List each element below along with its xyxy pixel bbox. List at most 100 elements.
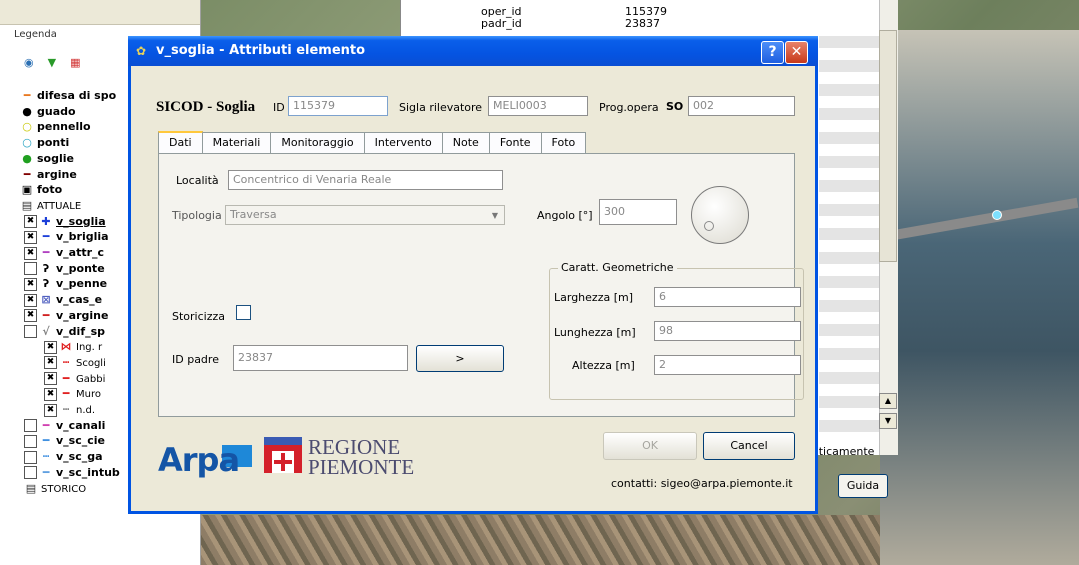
red-line-icon: ━ (62, 371, 70, 385)
legend-item[interactable]: ━ v_sc_cie (24, 433, 105, 448)
storicizza-checkbox[interactable] (236, 305, 251, 320)
legend-item[interactable]: ✖ ┅ n.d. (44, 402, 95, 417)
attr-value: 115379 (625, 5, 667, 18)
id-field[interactable]: 115379 (288, 96, 388, 116)
table-row-stripe (819, 396, 879, 408)
layer-checkbox[interactable] (24, 419, 37, 433)
blue-line-icon: ━ (42, 434, 50, 448)
attr-key: oper_id (481, 5, 522, 18)
layer-checkbox[interactable]: ✖ (24, 230, 37, 244)
layer-checkbox[interactable] (24, 434, 37, 448)
legend-item-label: v_attr_c (56, 246, 105, 259)
legend-item[interactable]: ━ argine (20, 167, 77, 182)
layer-checkbox[interactable] (24, 325, 37, 338)
tipologia-value: Traversa (230, 208, 277, 221)
filter-icon[interactable]: ▼ (48, 56, 56, 69)
legend-item[interactable]: ✖ ━ v_briglia (24, 229, 109, 244)
layer-checkbox[interactable]: ✖ (44, 372, 57, 386)
guida-button[interactable]: Guida (838, 474, 888, 498)
close-button[interactable]: ✕ (785, 41, 808, 64)
map-point-marker[interactable] (992, 210, 1002, 220)
legend-item[interactable]: ✖ ┅ Scogli (44, 355, 106, 370)
legend-item[interactable]: ✖ ━ Muro (44, 386, 101, 401)
layer-checkbox[interactable]: ✖ (44, 356, 57, 370)
idpadre-field[interactable]: 23837 (233, 345, 408, 371)
dial-knob-icon[interactable] (704, 221, 714, 231)
legend-item[interactable]: ▤ STORICO (24, 481, 86, 496)
scroll-down-icon[interactable]: ▼ (879, 413, 897, 429)
line-icon: ━ (42, 246, 50, 259)
legend-item[interactable]: ━ v_sc_intub (24, 465, 120, 480)
legend-item[interactable]: ▤ ATTUALE (20, 198, 81, 213)
legend-item-label: difesa di spo (37, 89, 117, 102)
legend-item[interactable]: ✖ ⊠ v_cas_e (24, 292, 102, 307)
angolo-label: Angolo [°] (537, 209, 593, 222)
progopera-field[interactable]: 002 (688, 96, 795, 116)
legend-item[interactable]: ✖ ✚ v_soglia (24, 214, 106, 229)
layer-checkbox[interactable]: ✖ (24, 293, 37, 307)
tab-materiali[interactable]: Materiali (201, 132, 272, 153)
goto-padre-button[interactable]: > (416, 345, 504, 372)
layer-checkbox[interactable]: ✖ (44, 340, 57, 354)
legend-item[interactable]: ● soglie (20, 151, 74, 166)
layer-checkbox[interactable] (24, 466, 37, 480)
legend-item-label: n.d. (76, 405, 96, 416)
legend-item[interactable]: ━ v_canali (24, 418, 105, 433)
tab-monitoraggio[interactable]: Monitoraggio (270, 132, 365, 153)
angolo-field[interactable]: 300 (599, 199, 677, 225)
help-button[interactable]: ? (761, 41, 784, 64)
legend-item[interactable]: ✖ ʔ v_penne (24, 276, 107, 291)
tab-note[interactable]: Note (441, 132, 490, 153)
table-row-stripe (819, 300, 879, 312)
rilevatore-field[interactable]: MELI0003 (488, 96, 588, 116)
lunghezza-field[interactable]: 98 (654, 321, 801, 341)
table-icon[interactable]: ▦ (70, 56, 80, 69)
legend-item[interactable]: ○ ponti (20, 135, 69, 150)
table-row[interactable]: padr_id 23837 (401, 18, 879, 29)
table-row[interactable]: oper_id 115379 (401, 6, 879, 17)
legend-item[interactable]: ┅ v_sc_ga (24, 449, 103, 464)
angle-dial[interactable] (691, 186, 749, 244)
table-scrollbar[interactable]: ▲ ▼ (879, 0, 898, 455)
legend-item[interactable]: ✖ ━ Gabbi (44, 371, 105, 386)
eye-icon[interactable]: ◉ (24, 56, 34, 69)
layer-checkbox[interactable]: ✖ (44, 387, 57, 401)
legend-item[interactable]: ✖ ━ v_argine (24, 308, 108, 323)
tab-fonte[interactable]: Fonte (488, 132, 542, 153)
scroll-up-icon[interactable]: ▲ (879, 393, 897, 409)
layer-checkbox[interactable]: ✖ (24, 277, 37, 291)
red-line-icon: ━ (62, 387, 70, 401)
cancel-button[interactable]: Cancel (703, 432, 795, 460)
layer-checkbox[interactable]: ✖ (24, 215, 37, 229)
legend-item-label: Muro (76, 389, 101, 401)
legend-item[interactable]: ✖ ━ v_attr_c (24, 245, 104, 260)
tab-intervento[interactable]: Intervento (363, 132, 443, 153)
legend-item[interactable]: ━ difesa di spo (20, 88, 116, 103)
larghezza-field[interactable]: 6 (654, 287, 801, 307)
tab-foto[interactable]: Foto (540, 132, 587, 153)
legend-item[interactable]: ▣ foto (20, 182, 62, 197)
tab-dati[interactable]: Dati (158, 131, 203, 155)
ok-button[interactable]: OK (603, 432, 697, 460)
layer-checkbox[interactable]: ✖ (44, 403, 57, 417)
scroll-thumb[interactable] (879, 30, 897, 262)
layer-checkbox[interactable] (24, 450, 37, 464)
legend-item[interactable]: √ v_dif_sp (24, 324, 105, 339)
legend-item[interactable]: ✖ ⋈ Ing. r (44, 339, 102, 354)
tipologia-select[interactable]: Traversa ▼ (225, 205, 505, 225)
legend-item[interactable]: ○ pennello (20, 119, 90, 134)
id-label: ID (273, 101, 285, 114)
dropdown-arrow-icon[interactable]: ▼ (488, 207, 502, 223)
legend-item[interactable]: ʔ v_ponte (24, 261, 105, 276)
layer-checkbox[interactable]: ✖ (24, 246, 37, 260)
legend-item[interactable]: ● guado (20, 104, 75, 119)
altezza-field[interactable]: 2 (654, 355, 801, 375)
bowtie-icon: ⋈ (60, 340, 72, 354)
altezza-label: Altezza [m] (572, 359, 635, 372)
localita-field[interactable]: Concentrico di Venaria Reale (228, 170, 503, 190)
layer-checkbox[interactable] (24, 262, 37, 276)
layer-checkbox[interactable]: ✖ (24, 309, 37, 323)
dialog-titlebar[interactable]: ✿ v_soglia - Attributi elemento ? ✕ (128, 36, 818, 66)
darkred-line-icon: ━ (23, 167, 31, 181)
table-row-stripe (819, 324, 879, 336)
